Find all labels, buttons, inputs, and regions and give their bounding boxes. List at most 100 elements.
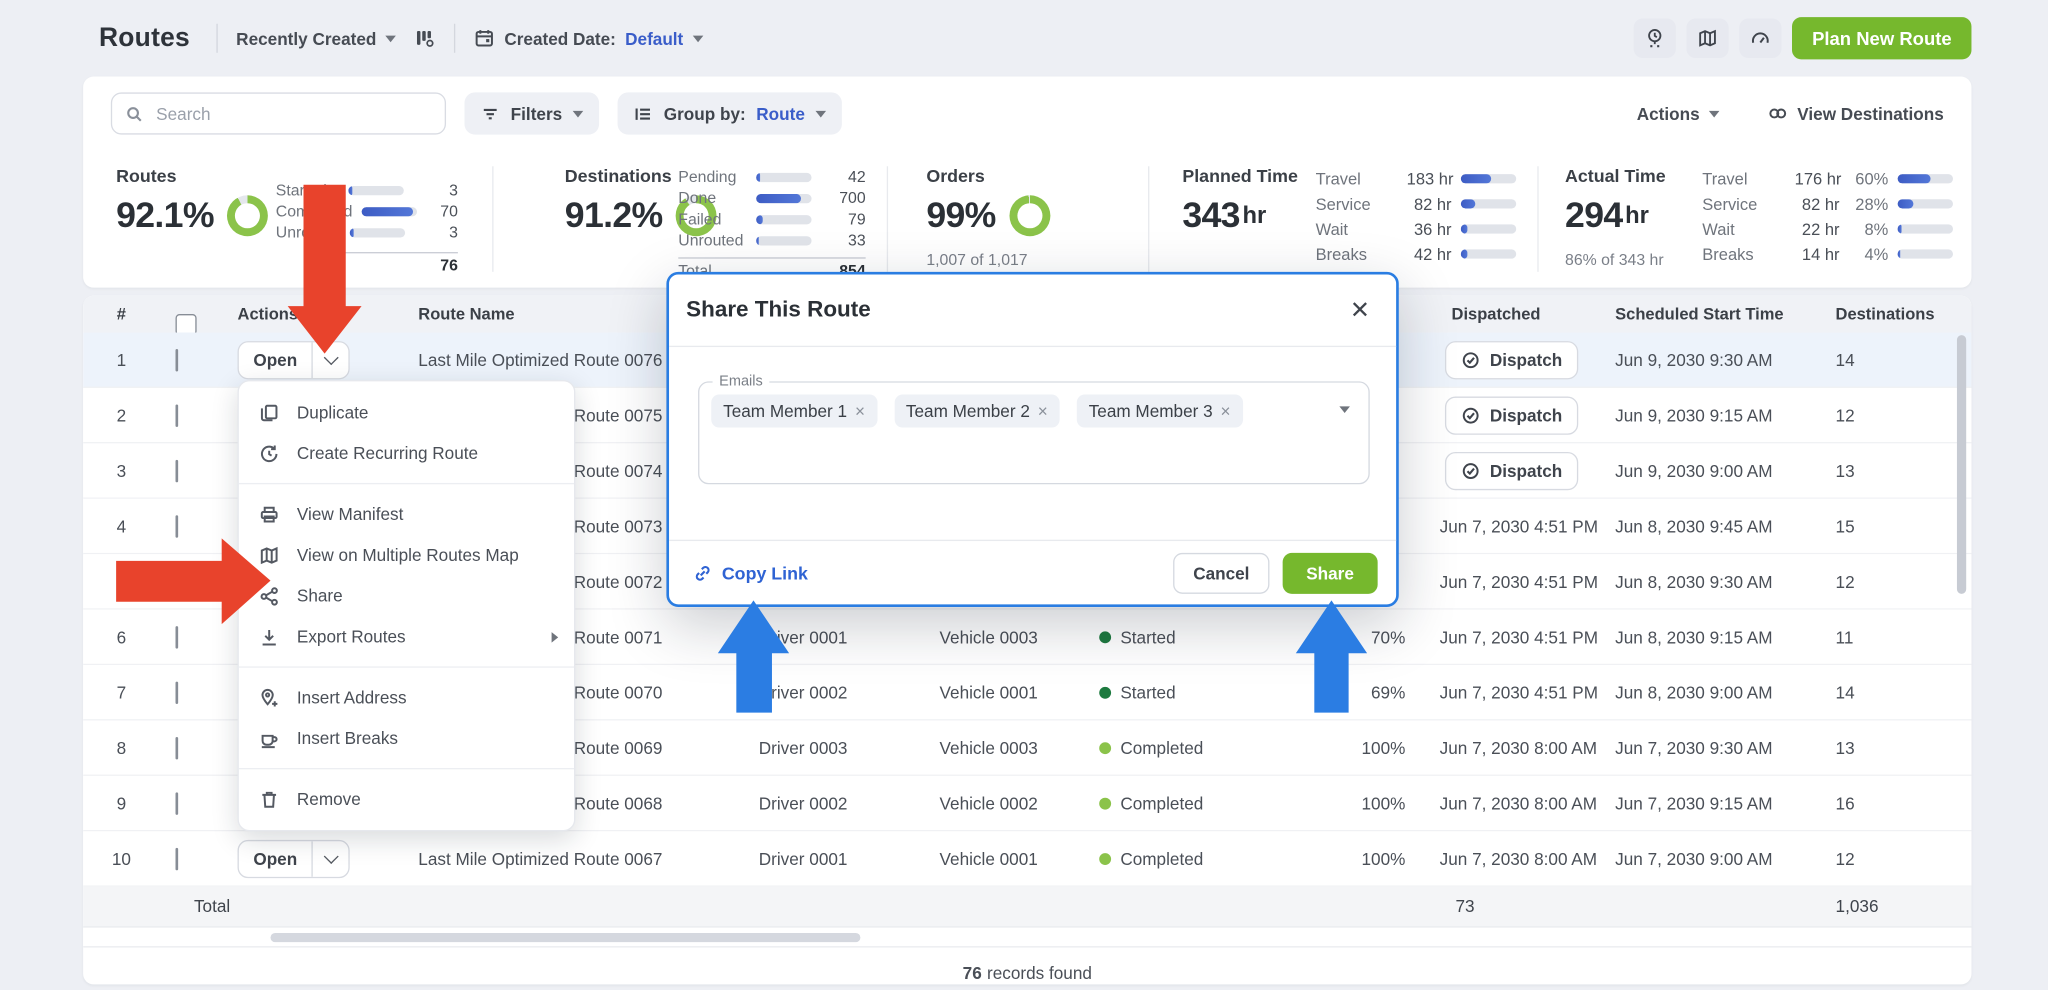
open-route-button[interactable]: Open xyxy=(238,340,350,378)
group-by-value: Route xyxy=(756,104,805,124)
menu-item-view-manifest[interactable]: View Manifest xyxy=(239,494,574,535)
checkbox[interactable] xyxy=(176,459,179,481)
row-checkbox[interactable] xyxy=(176,848,179,868)
horizontal-scrollbar-thumb[interactable] xyxy=(271,933,861,942)
row-checkbox[interactable] xyxy=(176,682,179,702)
open-dropdown-toggle[interactable] xyxy=(313,841,349,877)
actions-dropdown[interactable]: Actions xyxy=(1637,104,1720,124)
created-date-filter[interactable]: Created Date: Default xyxy=(474,28,703,49)
chip-remove-icon[interactable]: × xyxy=(1038,402,1048,419)
share-icon xyxy=(259,585,280,606)
view-destinations-button[interactable]: View Destinations xyxy=(1767,103,1944,124)
routes-total: 76 xyxy=(344,252,457,274)
checkbox[interactable] xyxy=(176,404,179,426)
chip-remove-icon[interactable]: × xyxy=(1221,402,1231,419)
status-dot xyxy=(1099,742,1111,754)
menu-item-view-on-multiple-routes-map[interactable]: View on Multiple Routes Map xyxy=(239,534,574,575)
row-checkbox[interactable] xyxy=(176,738,179,758)
legend-row: Wait22 hr8% xyxy=(1702,216,1953,241)
row-checkbox[interactable] xyxy=(176,793,179,813)
created-date-label: Created Date: xyxy=(504,28,616,48)
legend-row: Service82 hr28% xyxy=(1702,191,1953,216)
row-checkbox[interactable] xyxy=(176,350,179,370)
plan-new-route-button[interactable]: Plan New Route xyxy=(1792,17,1971,59)
menu-item-share[interactable]: Share xyxy=(239,575,574,616)
summary-card: Filters Group by: Route Actions View Des… xyxy=(83,77,1971,288)
legend-row: Travel176 hr60% xyxy=(1702,166,1953,191)
row-number: 5 xyxy=(102,571,142,591)
row-checkbox[interactable] xyxy=(176,627,179,647)
menu-item-label: Insert Breaks xyxy=(297,728,398,748)
row-checkbox[interactable] xyxy=(176,516,179,536)
row-checkbox[interactable] xyxy=(176,405,179,425)
close-icon[interactable]: ✕ xyxy=(1347,296,1372,325)
menu-item-insert-address[interactable]: Insert Address xyxy=(239,677,574,718)
dispatch-button[interactable]: Dispatch xyxy=(1445,396,1578,434)
checkbox[interactable] xyxy=(176,681,179,703)
cancel-button[interactable]: Cancel xyxy=(1173,553,1269,594)
share-button[interactable]: Share xyxy=(1282,553,1377,594)
copy-link-button[interactable]: Copy Link xyxy=(688,563,808,583)
chip-remove-icon[interactable]: × xyxy=(855,402,865,419)
table-row[interactable]: 10OpenLast Mile Optimized Route 0067Driv… xyxy=(83,831,1971,886)
row-number: 4 xyxy=(102,516,142,536)
dispatch-button[interactable]: Dispatch xyxy=(1445,340,1578,378)
dispatch-button[interactable]: Dispatch xyxy=(1445,451,1578,489)
row-number: 7 xyxy=(102,682,142,702)
checkbox[interactable] xyxy=(176,736,179,758)
dashboard-gauge-icon[interactable] xyxy=(1739,18,1781,58)
legend-percent: 60% xyxy=(1849,170,1889,188)
progress-percent: 100% xyxy=(1324,848,1406,868)
routes-page: Routes Recently Created Created Date: De… xyxy=(0,0,2048,990)
share-route-modal: Share This Route ✕ Emails Team Member 1×… xyxy=(666,272,1398,607)
vertical-scrollbar[interactable] xyxy=(1957,335,1966,594)
chevron-down-icon xyxy=(573,110,584,117)
menu-item-duplicate[interactable]: Duplicate xyxy=(239,392,574,433)
destinations-cell: 11 xyxy=(1836,627,1854,647)
menu-item-create-recurring-route[interactable]: Create Recurring Route xyxy=(239,433,574,474)
legend-row: Completed70 xyxy=(276,201,458,222)
row-checkbox[interactable] xyxy=(176,461,179,481)
search-input[interactable] xyxy=(111,92,446,134)
legend-bar xyxy=(1461,224,1516,233)
menu-item-label: Share xyxy=(297,586,343,606)
maps-icon[interactable] xyxy=(1687,18,1729,58)
legend-value: 183 hr xyxy=(1407,170,1452,188)
destinations-cell: 14 xyxy=(1836,682,1855,702)
chevron-down-icon[interactable] xyxy=(1339,406,1350,413)
stat-title: Destinations xyxy=(565,166,672,186)
legend-label: Service xyxy=(1702,195,1785,213)
table-footer: 76 records found xyxy=(83,946,1971,984)
horizontal-scrollbar[interactable] xyxy=(83,928,1971,946)
scheduled-start-cell: Jun 9, 2030 9:30 AM xyxy=(1615,350,1772,370)
route-history-icon[interactable] xyxy=(1634,18,1676,58)
email-chips: Team Member 1×Team Member 2×Team Member … xyxy=(711,395,1315,428)
sort-dropdown[interactable]: Recently Created xyxy=(236,28,396,48)
row-checkbox[interactable] xyxy=(176,571,179,591)
total-dispatched: 73 xyxy=(1456,896,1475,916)
checkbox[interactable] xyxy=(176,847,179,869)
legend-row: Breaks14 hr4% xyxy=(1702,241,1953,266)
checkbox[interactable] xyxy=(176,570,179,592)
divider xyxy=(216,24,217,53)
group-by-button[interactable]: Group by: Route xyxy=(618,92,842,134)
menu-item-insert-breaks[interactable]: Insert Breaks xyxy=(239,718,574,759)
checkbox[interactable] xyxy=(176,625,179,647)
filters-button[interactable]: Filters xyxy=(464,92,599,134)
open-route-button[interactable]: Open xyxy=(238,839,350,877)
status-cell: Started xyxy=(1099,627,1175,647)
table-columns-settings-icon[interactable] xyxy=(415,28,436,49)
checkbox[interactable] xyxy=(176,792,179,814)
emails-field[interactable]: Emails Team Member 1×Team Member 2×Team … xyxy=(698,381,1370,484)
open-dropdown-toggle[interactable] xyxy=(313,342,349,378)
dispatched-cell: Jun 7, 2030 4:51 PM xyxy=(1440,516,1598,536)
checkbox[interactable] xyxy=(176,348,179,370)
chevron-down-icon xyxy=(386,35,397,42)
legend-row: Service82 hr xyxy=(1316,191,1517,216)
menu-item-remove[interactable]: Remove xyxy=(239,779,574,820)
stat-title: Planned Time xyxy=(1182,166,1298,186)
checkbox[interactable] xyxy=(176,515,179,537)
chevron-down-icon xyxy=(323,350,338,365)
menu-item-export-routes[interactable]: Export Routes xyxy=(239,616,574,657)
legend-label: Service xyxy=(1316,195,1398,213)
